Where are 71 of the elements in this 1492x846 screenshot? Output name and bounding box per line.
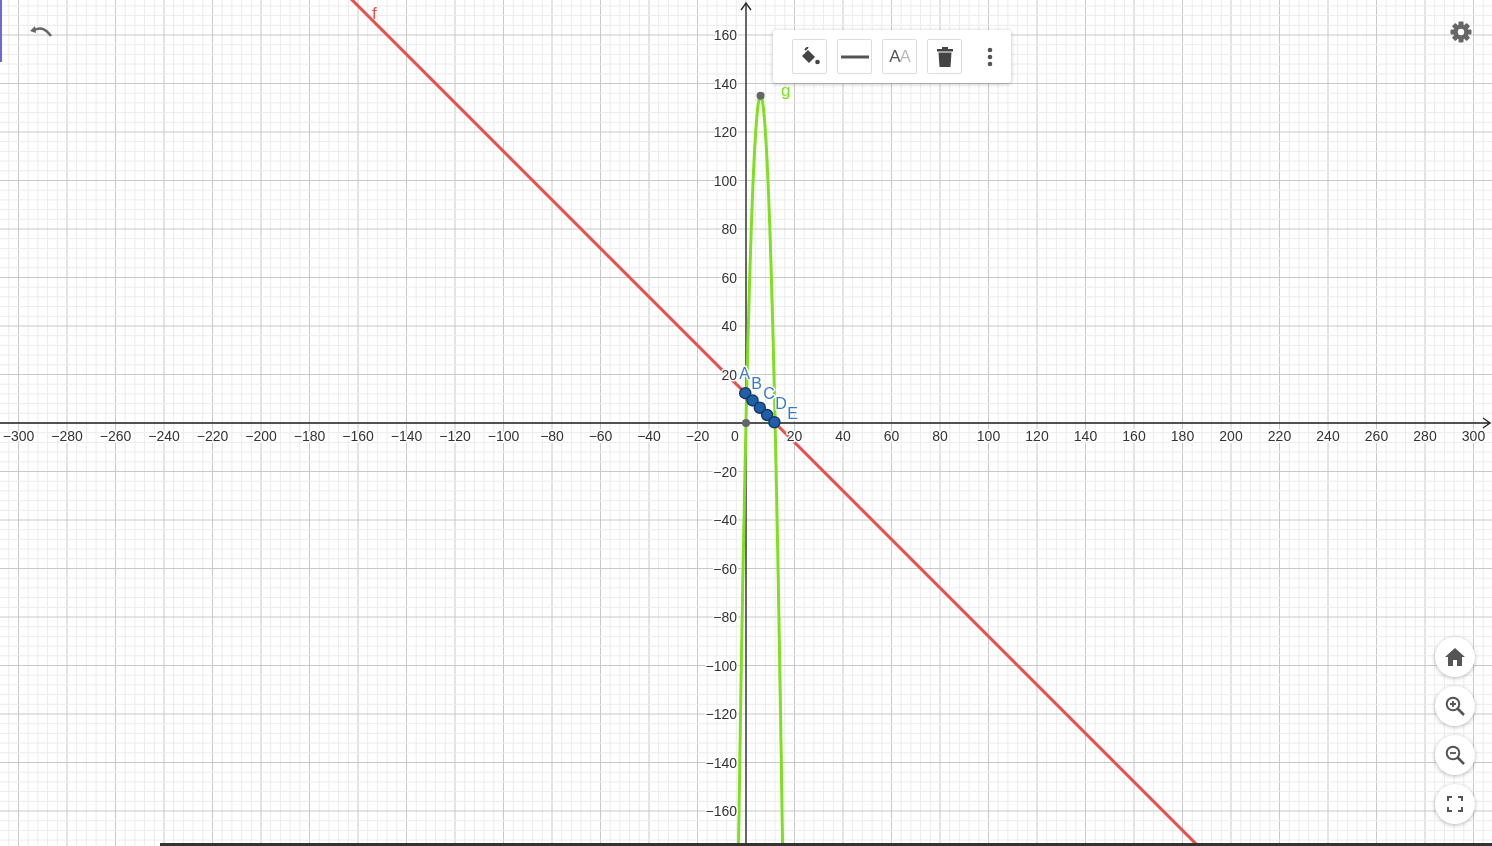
zoom-in-icon xyxy=(1445,696,1465,716)
y-tick-label: −160 xyxy=(705,803,737,819)
fullscreen-button[interactable] xyxy=(1435,784,1475,824)
y-tick-label: 140 xyxy=(713,75,737,92)
x-tick-label: 280 xyxy=(1413,428,1437,444)
x-tick-label: 300 xyxy=(1461,428,1486,444)
y-tick-label: −20 xyxy=(713,463,737,480)
x-tick-label: −60 xyxy=(588,428,613,444)
x-tick-label: −140 xyxy=(390,428,423,444)
x-tick-label: −40 xyxy=(637,428,661,444)
trash-icon xyxy=(936,46,953,67)
zoom-out-icon xyxy=(1445,745,1465,765)
function-label: g xyxy=(781,81,791,100)
line-style-button[interactable] xyxy=(837,39,872,74)
x-tick-label: −300 xyxy=(2,428,35,444)
y-tick-label: 160 xyxy=(713,27,737,43)
x-tick-label: 180 xyxy=(1170,428,1195,444)
x-tick-label: 140 xyxy=(1073,428,1098,444)
y-tick-label: 80 xyxy=(721,221,737,237)
fullscreen-icon xyxy=(1447,796,1463,812)
x-tick-label: −20 xyxy=(685,428,710,444)
x-tick-label: 220 xyxy=(1267,428,1292,444)
line-icon xyxy=(840,54,869,59)
y-tick-label: −140 xyxy=(705,754,737,771)
x-tick-label: 260 xyxy=(1364,428,1389,444)
x-tick-label: 240 xyxy=(1316,428,1340,444)
point[interactable] xyxy=(739,386,752,400)
y-tick-label: 100 xyxy=(713,172,737,189)
zoom-in-button[interactable] xyxy=(1435,686,1475,726)
x-tick-label: −200 xyxy=(245,428,277,444)
y-tick-label: −40 xyxy=(713,512,737,528)
x-tick-label: −80 xyxy=(540,428,564,444)
x-tick-label: 160 xyxy=(1122,428,1146,444)
fill-color-button[interactable] xyxy=(792,39,827,74)
x-tick-label: 0 xyxy=(731,428,739,444)
point[interactable] xyxy=(746,394,759,407)
function-label: f xyxy=(372,4,377,23)
x-tick-label: −240 xyxy=(148,428,180,444)
x-tick-label: −180 xyxy=(293,428,326,444)
y-tick-label: −120 xyxy=(705,706,737,722)
y-tick-label: 40 xyxy=(721,318,737,334)
point[interactable] xyxy=(742,419,750,427)
home-icon xyxy=(1445,648,1465,666)
x-tick-label: 80 xyxy=(932,428,948,444)
delete-button[interactable] xyxy=(927,39,962,74)
x-tick-label: 120 xyxy=(1025,428,1049,444)
point-label: B xyxy=(751,375,762,393)
text-style-button[interactable]: AA xyxy=(882,39,917,74)
point-label: D xyxy=(775,395,787,413)
y-tick-label: 120 xyxy=(713,124,737,140)
x-tick-label: −260 xyxy=(99,428,132,444)
x-tick-label: −280 xyxy=(51,428,83,444)
settings-icon[interactable] xyxy=(1450,21,1472,43)
x-tick-label: 60 xyxy=(883,428,900,444)
y-tick-label: 60 xyxy=(721,269,737,286)
x-tick-label: −160 xyxy=(342,428,374,444)
x-tick-label: 100 xyxy=(976,428,1001,444)
x-tick-label: 200 xyxy=(1219,428,1243,444)
x-tick-label: −220 xyxy=(196,428,229,444)
point[interactable] xyxy=(756,91,765,100)
point-label: E xyxy=(787,405,798,423)
y-tick-label: −60 xyxy=(713,560,737,577)
point[interactable] xyxy=(760,408,774,422)
zoom-out-button[interactable] xyxy=(1435,735,1475,775)
x-tick-label: −100 xyxy=(487,428,520,444)
home-button[interactable] xyxy=(1435,637,1475,677)
y-tick-label: −80 xyxy=(713,609,737,625)
y-tick-label: −100 xyxy=(705,657,737,674)
x-tick-label: 40 xyxy=(835,428,851,444)
x-tick-label: −120 xyxy=(439,428,471,444)
point[interactable] xyxy=(768,416,781,429)
